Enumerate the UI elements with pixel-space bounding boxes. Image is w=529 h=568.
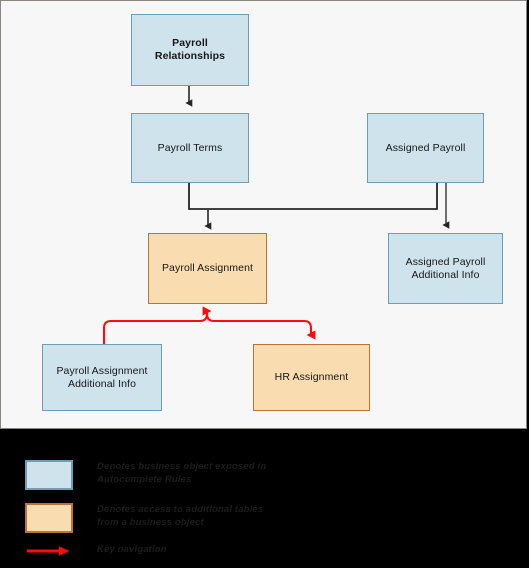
node-payroll-assignment[interactable]: Payroll Assignment <box>148 233 267 304</box>
legend-swatch-key-navigation-arrow-icon <box>27 546 70 556</box>
diagram-page: Payroll Relationships Payroll Terms Assi… <box>0 0 529 568</box>
legend-label-business-object: Denotes business object exposed in Autoc… <box>97 461 267 486</box>
node-payroll-relationships[interactable]: Payroll Relationships <box>131 14 249 86</box>
node-assigned-payroll-additional-info[interactable]: Assigned Payroll Additional Info <box>388 233 503 304</box>
node-payroll-assignment-additional-info[interactable]: Payroll Assignment Additional Info <box>42 344 162 411</box>
legend: Denotes business object exposed in Autoc… <box>0 429 529 568</box>
legend-label-key-navigation: Key navigation <box>97 544 167 555</box>
node-hr-assignment[interactable]: HR Assignment <box>253 344 370 411</box>
node-payroll-terms[interactable]: Payroll Terms <box>131 113 249 183</box>
diagram-canvas: Payroll Relationships Payroll Terms Assi… <box>0 0 527 429</box>
node-assigned-payroll[interactable]: Assigned Payroll <box>367 113 484 183</box>
edge-key-navigation-to-hr-assignment <box>205 313 316 340</box>
edge-key-navigation-to-payroll-assignment <box>102 306 212 344</box>
legend-label-additional-tables: Denotes access to additional tables from… <box>97 504 264 529</box>
legend-swatch-business-object <box>25 460 73 490</box>
edge-payroll-terms-to-payroll-assignment <box>188 183 438 230</box>
legend-swatch-additional-tables <box>25 503 73 533</box>
